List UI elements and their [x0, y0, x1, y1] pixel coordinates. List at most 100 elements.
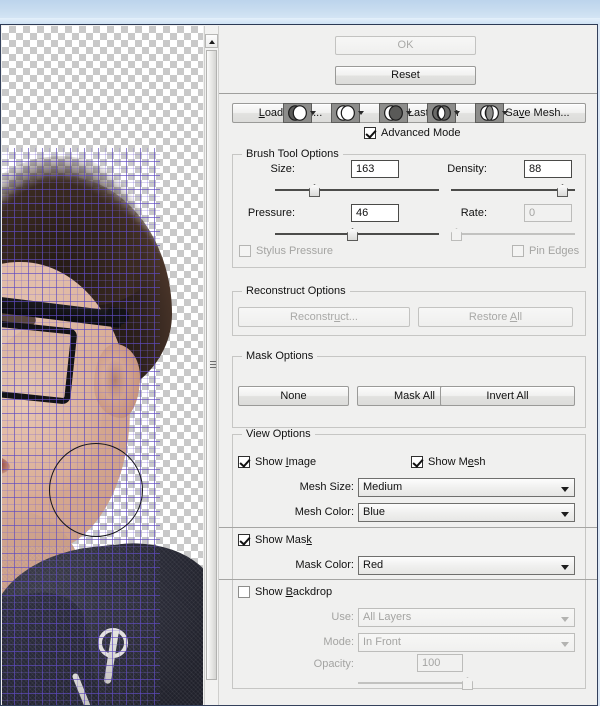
- show-backdrop-checkbox[interactable]: Show Backdrop: [238, 586, 332, 598]
- rate-slider[interactable]: [451, 228, 575, 241]
- chevron-down-icon[interactable]: [502, 111, 508, 115]
- checkbox-box-icon: [364, 127, 376, 139]
- mask-icon-glyph: [427, 103, 456, 123]
- pin-edges-label: Pin Edges: [529, 245, 580, 257]
- chevron-down-icon: [561, 512, 569, 517]
- checkbox-box-icon: [512, 245, 524, 257]
- density-slider[interactable]: [451, 184, 575, 197]
- mesh-color-label: Mesh Color:: [294, 506, 354, 518]
- mode-select[interactable]: In Front: [358, 633, 575, 652]
- stylus-pressure-checkbox[interactable]: Stylus Pressure: [239, 245, 333, 257]
- mask-replace-selection-icon[interactable]: [283, 103, 316, 123]
- image-canvas[interactable]: [2, 26, 203, 705]
- checkbox-box-icon: [238, 586, 250, 598]
- pressure-label: Pressure:: [247, 207, 295, 219]
- use-value: All Layers: [363, 611, 412, 623]
- density-label: Density:: [447, 163, 487, 175]
- opacity-input[interactable]: 100: [417, 654, 463, 672]
- mesh-size-label: Mesh Size:: [299, 481, 354, 493]
- mask-color-select[interactable]: Red: [358, 556, 575, 575]
- mode-value: In Front: [363, 636, 401, 648]
- checkbox-box-icon: [239, 245, 251, 257]
- slider-thumb[interactable]: [347, 228, 358, 241]
- mask-none-button[interactable]: None: [238, 386, 349, 406]
- mask-invert-selection-icon[interactable]: [475, 103, 508, 123]
- mask-icon-glyph: [475, 103, 504, 123]
- chevron-down-icon[interactable]: [358, 111, 364, 115]
- chevron-down-icon: [561, 565, 569, 570]
- mask-intersect-with-selection-icon[interactable]: [427, 103, 460, 123]
- opacity-slider[interactable]: [358, 677, 473, 690]
- slider-thumb[interactable]: [557, 184, 568, 197]
- liquify-dialog-screenshot: OK Reset Load Mesh... Load Last Mesh Sav…: [0, 0, 600, 706]
- mask-invert-all-button[interactable]: Invert All: [440, 386, 575, 406]
- scroll-up-arrow-icon[interactable]: [205, 34, 218, 48]
- slider-track: [451, 189, 575, 191]
- density-input[interactable]: 88: [524, 160, 572, 178]
- opacity-label: Opacity:: [313, 658, 354, 670]
- chevron-down-icon[interactable]: [310, 111, 316, 115]
- divider-view-mask: [219, 527, 597, 528]
- scrollbar-grip-icon: [210, 361, 216, 369]
- chevron-down-icon[interactable]: [454, 111, 460, 115]
- pressure-input[interactable]: 46: [351, 204, 399, 222]
- checkbox-box-icon: [411, 456, 423, 468]
- mask-add-to-selection-icon[interactable]: [331, 103, 364, 123]
- slider-track: [451, 233, 575, 235]
- stylus-pressure-label: Stylus Pressure: [256, 245, 334, 257]
- mask-color-label: Mask Color:: [295, 559, 354, 571]
- mask-color-value: Red: [363, 559, 384, 571]
- options-panel: OK Reset Load Mesh... Load Last Mesh Sav…: [219, 26, 597, 705]
- show-backdrop-label: Show Backdrop: [255, 586, 333, 598]
- mesh-size-select[interactable]: Medium: [358, 478, 575, 497]
- checkbox-box-icon: [238, 456, 250, 468]
- divider-mask-backdrop: [219, 579, 597, 580]
- size-input[interactable]: 163: [351, 160, 399, 178]
- show-mask-checkbox[interactable]: Show Mask: [238, 534, 312, 546]
- ok-button[interactable]: OK: [335, 36, 476, 55]
- restore-all-button[interactable]: Restore All: [418, 307, 573, 327]
- reset-button[interactable]: Reset: [335, 66, 476, 85]
- show-image-label: Show Image: [255, 456, 317, 468]
- mode-label: Mode:: [323, 636, 354, 648]
- mask-icon-glyph: [331, 103, 360, 123]
- view-options-legend: View Options: [242, 428, 315, 440]
- checkbox-box-icon: [238, 534, 250, 546]
- advanced-mode-checkbox[interactable]: Advanced Mode: [364, 127, 461, 139]
- slider-track: [275, 189, 439, 191]
- show-image-checkbox[interactable]: Show Image: [238, 456, 316, 468]
- size-slider[interactable]: [275, 184, 439, 197]
- show-mesh-checkbox[interactable]: Show Mesh: [411, 456, 486, 468]
- reconstruct-button[interactable]: Reconstruct...: [238, 307, 410, 327]
- slider-thumb[interactable]: [451, 228, 462, 241]
- load-last-mesh-button[interactable]: Load Last Mesh: [357, 103, 482, 123]
- mesh-color-select[interactable]: Blue: [358, 503, 575, 522]
- brush-tool-options-legend: Brush Tool Options: [242, 148, 343, 160]
- show-mask-label: Show Mask: [255, 534, 312, 546]
- mask-subtract-from-selection-icon[interactable]: [379, 103, 412, 123]
- brush-circle-cursor: [49, 443, 143, 537]
- slider-thumb[interactable]: [309, 184, 320, 197]
- use-select[interactable]: All Layers: [358, 608, 575, 627]
- liquify-mesh-grid: [2, 148, 160, 705]
- rate-label: Rate:: [460, 207, 487, 219]
- size-label: Size:: [270, 163, 295, 175]
- divider-top: [219, 93, 597, 94]
- pin-edges-checkbox[interactable]: Pin Edges: [512, 245, 579, 257]
- mesh-color-value: Blue: [363, 506, 386, 518]
- rate-input[interactable]: 0: [524, 204, 572, 222]
- advanced-mode-label: Advanced Mode: [381, 127, 461, 139]
- reconstruct-options-legend: Reconstruct Options: [242, 285, 350, 297]
- use-label: Use:: [331, 611, 354, 623]
- show-mesh-label: Show Mesh: [428, 456, 486, 468]
- chevron-down-icon: [561, 487, 569, 492]
- mesh-size-value: Medium: [363, 481, 403, 493]
- canvas-vertical-scrollbar[interactable]: [204, 26, 219, 705]
- scrollbar-thumb[interactable]: [206, 50, 217, 680]
- chevron-down-icon[interactable]: [406, 111, 412, 115]
- mask-icon-glyph: [379, 103, 408, 123]
- slider-track: [358, 682, 471, 684]
- mask-icon-glyph: [283, 103, 312, 123]
- chevron-down-icon: [561, 617, 569, 622]
- pressure-slider[interactable]: [275, 228, 439, 241]
